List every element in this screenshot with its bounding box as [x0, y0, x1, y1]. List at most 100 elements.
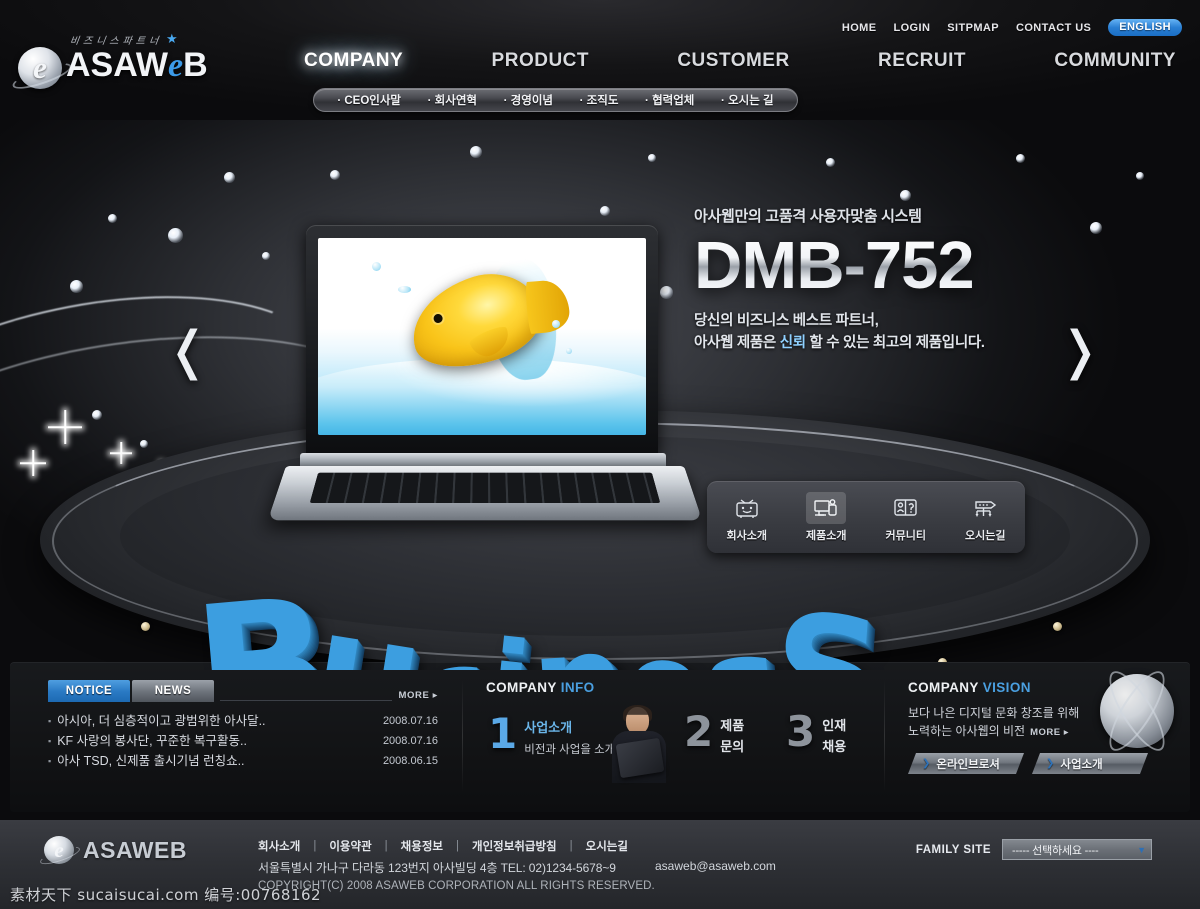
stage-bolt: [141, 622, 150, 631]
carousel-next-arrow-icon[interactable]: ❭: [1058, 325, 1102, 377]
column-divider: [462, 680, 463, 792]
column-divider: [884, 680, 885, 792]
hero-banner: B u s i n e s S ❬ ❭ 아사웹만의 고품격 사용자맞춤 시스템 …: [0, 110, 1200, 670]
nav-item-customer[interactable]: CUSTOMER: [673, 50, 793, 72]
utility-nav: HOME LOGIN SITPMAP CONTACT US ENGLISH: [842, 19, 1182, 36]
utility-link-contact-us[interactable]: CONTACT US: [1016, 22, 1091, 34]
hero-subtext-line1: 당신의 비즈니스 베스트 파트너,: [694, 313, 879, 329]
hero-quick-links: 회사소개 제품소개 커뮤니티 오시는길: [707, 481, 1025, 553]
bokeh-dot: [1136, 172, 1144, 180]
subnav-item-org-chart[interactable]: · 조직도: [580, 92, 619, 108]
bokeh-dot: [168, 228, 183, 243]
footer-separator: |: [384, 840, 388, 852]
footer-link-privacy-policy[interactable]: 개인정보취급방침: [472, 838, 557, 854]
family-site-label: FAMILY SITE: [915, 843, 991, 856]
quick-link-company-intro[interactable]: 회사소개: [712, 492, 782, 543]
subnav-item-philosophy[interactable]: · 경영이념: [504, 92, 553, 108]
globe-network-icon: [1099, 664, 1175, 758]
hero-subtext-highlight: 신뢰: [779, 334, 806, 351]
company-info-step-product-inquiry[interactable]: 2 제품 문의: [684, 711, 744, 755]
notice-list-item[interactable]: ▪ 아시아, 더 심층적이고 광범위한 아사달.. 2008.07.16: [48, 711, 438, 731]
quick-link-product-intro[interactable]: 제품소개: [791, 491, 861, 543]
footer-link-company-intro[interactable]: 회사소개: [258, 838, 300, 854]
logo-wordmark: ASAWeB: [66, 46, 208, 85]
laptop-keyboard-deck: [267, 466, 703, 521]
site-logo[interactable]: 비즈니스파트너 ★ e ASAWeB: [18, 31, 228, 89]
nav-item-company[interactable]: COMPANY: [300, 50, 407, 72]
step-heading: 인재: [822, 718, 847, 733]
logo-tagline: 비즈니스파트너: [68, 36, 163, 47]
subnav-item-directions[interactable]: · 오시는 길: [721, 92, 774, 108]
site-footer: e ASAWEB 회사소개 | 이용약관 | 채용정보 | 개인정보취급방침 |…: [0, 820, 1200, 909]
language-toggle-english[interactable]: ENGLISH: [1108, 19, 1182, 36]
chevron-right-icon: ❯: [1046, 758, 1055, 769]
business-intro-button[interactable]: ❯ 사업소개: [1032, 753, 1148, 774]
company-vision-more-link[interactable]: MORE ▸: [1030, 724, 1069, 742]
quick-link-directions[interactable]: 오시는길: [950, 492, 1020, 543]
star-icon: ★: [166, 31, 178, 46]
subnav-item-history[interactable]: · 회사연혁: [428, 92, 477, 108]
hero-subtext-line2: 아사웹 제품은 신뢰 할 수 있는 최고의 제품입니다.: [694, 333, 1094, 355]
stage-bolt: [1053, 622, 1062, 631]
quick-link-label: 커뮤니티: [885, 529, 926, 542]
bullet-icon: ▪: [48, 716, 52, 726]
bokeh-dot: [648, 154, 656, 162]
utility-link-sitemap[interactable]: SITPMAP: [947, 22, 999, 34]
notice-list-item[interactable]: ▪ 아사 TSD, 신제품 출시기념 런칭쇼.. 2008.06.15: [48, 751, 438, 771]
nav-item-product[interactable]: PRODUCT: [488, 50, 593, 72]
company-info-step-business[interactable]: 1 사업소개 비전과 사업을 소개: [488, 713, 615, 757]
chevron-right-icon: ❯: [922, 758, 931, 769]
step-text: 제품 문의: [720, 711, 744, 755]
footer-globe-e-icon: e: [44, 836, 74, 864]
subnav-item-partners[interactable]: · 협력업체: [645, 92, 694, 108]
carousel-prev-arrow-icon[interactable]: ❬: [166, 325, 210, 377]
online-brochure-label: 온라인브로셔: [936, 758, 1000, 771]
notice-item-date: 2008.06.15: [382, 755, 438, 767]
notice-item-date: 2008.07.16: [382, 735, 438, 747]
hero-subtext-line2-b: 할 수 있는 최고의 제품입니다.: [805, 334, 985, 351]
logo-word-e: e: [168, 47, 184, 84]
page-root: HOME LOGIN SITPMAP CONTACT US ENGLISH 비즈…: [0, 0, 1200, 909]
subnav-item-ceo-greeting[interactable]: · CEO인사말: [337, 92, 401, 108]
notice-item-date: 2008.07.16: [382, 715, 438, 727]
notice-list-item[interactable]: ▪ KF 사랑의 봉사단, 꾸준한 복구활동.. 2008.07.16: [48, 731, 438, 751]
chevron-down-icon: ▼: [1137, 844, 1146, 855]
bokeh-dot: [600, 206, 610, 216]
family-site-value: ----- 선택하세요 ----: [1012, 844, 1099, 857]
nav-item-community[interactable]: COMMUNITY: [1050, 50, 1180, 72]
footer-logo-wordmark: ASAWEB: [83, 836, 187, 863]
footer-email[interactable]: asaweb@asaweb.com: [655, 859, 776, 873]
company-info-step-recruitment[interactable]: 3 인재 채용: [786, 711, 846, 755]
footer-logo[interactable]: e ASAWEB: [44, 836, 187, 864]
main-nav: COMPANY PRODUCT CUSTOMER RECRUIT COMMUNI…: [300, 50, 1180, 72]
fish-eye: [432, 312, 444, 325]
bokeh-dot: [330, 170, 340, 180]
family-site-group: FAMILY SITE ----- 선택하세요 ---- ▼: [916, 839, 1152, 860]
notice-more-link[interactable]: MORE ▸: [398, 690, 438, 701]
logo-word-asaw: ASAW: [66, 46, 168, 84]
bullet-icon: ▪: [48, 736, 52, 746]
bokeh-dot: [108, 214, 117, 223]
hero-kicker: 아사웹만의 고품격 사용자맞춤 시스템: [694, 208, 922, 225]
utility-link-login[interactable]: LOGIN: [893, 22, 930, 34]
step-heading: 사업소개: [524, 720, 573, 735]
step-number: 1: [488, 709, 518, 758]
tab-news[interactable]: NEWS: [132, 680, 214, 702]
bokeh-dot: [140, 440, 148, 448]
footer-link-directions[interactable]: 오시는길: [586, 838, 628, 854]
bokeh-dot: [262, 252, 270, 260]
quick-link-community[interactable]: 커뮤니티: [871, 492, 941, 543]
footer-separator: |: [313, 840, 317, 852]
online-brochure-button[interactable]: ❯ 온라인브로셔: [908, 753, 1024, 774]
footer-link-recruitment[interactable]: 채용정보: [401, 838, 443, 854]
footer-link-terms[interactable]: 이용약관: [329, 838, 371, 854]
step-heading: 제품: [720, 718, 745, 733]
utility-link-home[interactable]: HOME: [842, 22, 877, 34]
tab-notice[interactable]: NOTICE: [48, 680, 130, 702]
nav-item-recruit[interactable]: RECRUIT: [874, 50, 970, 72]
notice-board: NOTICE NEWS MORE ▸ ▪ 아시아, 더 심층적이고 광범위한 아…: [48, 680, 438, 771]
water-droplet: [372, 262, 381, 271]
company-vision-title-accent: VISION: [982, 680, 1031, 695]
hero-subtext: 당신의 비즈니스 베스트 파트너, 아사웹 제품은 신뢰 할 수 있는 최고의 …: [694, 311, 1094, 355]
family-site-select[interactable]: ----- 선택하세요 ---- ▼: [1002, 839, 1152, 860]
